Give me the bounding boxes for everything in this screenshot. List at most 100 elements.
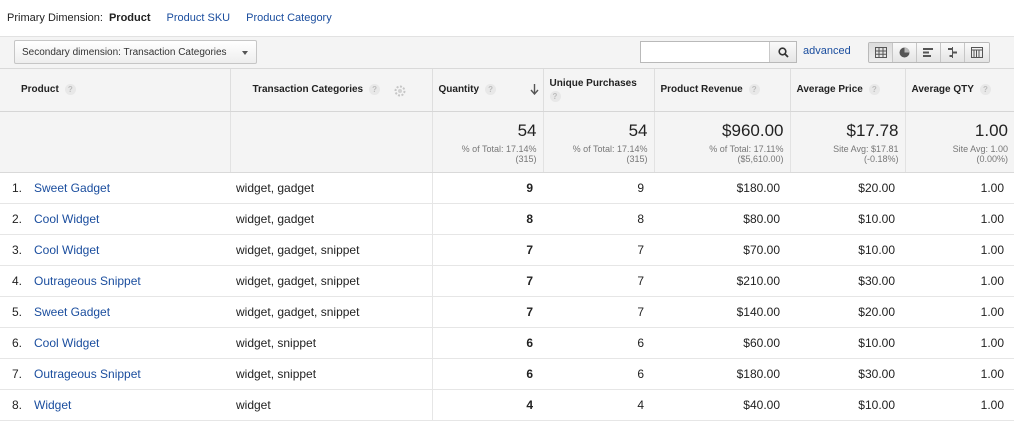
- column-header-average-price[interactable]: Average Price?: [790, 69, 906, 112]
- table-row: 6. Cool Widget widget, snippet 6 6 $60.00…: [0, 327, 1014, 359]
- column-header-label: Unique Purchases: [549, 77, 637, 89]
- help-icon[interactable]: ?: [868, 84, 880, 96]
- table-view-icon: [874, 47, 887, 58]
- cell-average-qty: 1.00: [905, 172, 1014, 204]
- cell-product-revenue: $40.00: [654, 389, 790, 421]
- totals-average-qty: 1.00 Site Avg: 1.00 (0.00%): [905, 111, 1014, 173]
- view-switcher: [868, 42, 990, 63]
- cell-product: 6. Cool Widget: [0, 327, 230, 359]
- search-button[interactable]: [769, 42, 796, 62]
- product-link[interactable]: Cool Widget: [34, 243, 99, 257]
- product-link[interactable]: Outrageous Snippet: [34, 367, 141, 381]
- pie-chart-view-icon: [899, 47, 910, 58]
- column-header-product[interactable]: Product?: [0, 69, 231, 112]
- remove-dimension-icon[interactable]: [394, 85, 406, 97]
- row-number: 8.: [12, 397, 23, 412]
- pivot-view-icon: [971, 47, 983, 58]
- totals-product-revenue: $960.00 % of Total: 17.11% ($5,610.00): [654, 111, 791, 173]
- performance-view-button[interactable]: [917, 43, 941, 62]
- column-header-product-revenue[interactable]: Product Revenue?: [654, 69, 791, 112]
- column-header-average-qty[interactable]: Average QTY?: [905, 69, 1014, 112]
- totals-value: $960.00: [722, 120, 784, 140]
- cell-average-qty: 1.00: [905, 327, 1014, 359]
- cell-quantity: 4: [432, 389, 543, 421]
- primary-dimension-product-sku[interactable]: Product SKU: [167, 12, 231, 24]
- column-header-label: Quantity: [438, 84, 480, 96]
- cell-quantity: 8: [432, 203, 543, 235]
- cell-average-price: $10.00: [790, 203, 905, 235]
- advanced-filter-link[interactable]: advanced: [803, 45, 851, 57]
- cell-product: 8. Widget: [0, 389, 230, 421]
- totals-empty-cell: [230, 111, 433, 173]
- totals-grand: (315): [515, 153, 537, 164]
- product-link[interactable]: Widget: [34, 398, 71, 412]
- cell-transaction-categories: widget, gadget: [230, 172, 433, 204]
- help-icon[interactable]: ?: [369, 84, 381, 96]
- cell-unique-purchases: 6: [543, 358, 654, 390]
- cell-quantity: 6: [432, 358, 543, 390]
- primary-dimension-product: Product: [108, 12, 151, 24]
- cell-average-qty: 1.00: [905, 234, 1014, 266]
- help-icon[interactable]: ?: [485, 84, 497, 96]
- row-number: 6.: [12, 335, 23, 350]
- search-input[interactable]: [641, 42, 769, 62]
- row-number: 1.: [12, 180, 23, 195]
- row-number: 7.: [12, 366, 23, 381]
- comparison-view-button[interactable]: [941, 43, 965, 62]
- cell-product-revenue: $60.00: [654, 327, 790, 359]
- totals-percent: % of Total: 17.14%: [461, 143, 537, 154]
- cell-product-revenue: $70.00: [654, 234, 790, 266]
- pivot-view-button[interactable]: [965, 43, 989, 62]
- column-header-label: Product: [21, 84, 59, 96]
- cell-average-price: $30.00: [790, 358, 905, 390]
- cell-transaction-categories: widget: [230, 389, 433, 421]
- cell-average-qty: 1.00: [905, 358, 1014, 390]
- totals-percent: % of Total: 17.14%: [572, 143, 648, 154]
- column-header-label: Product Revenue: [660, 84, 743, 96]
- column-header-quantity[interactable]: Quantity?: [432, 69, 544, 112]
- table-row: 1. Sweet Gadget widget, gadget 9 9 $180.0…: [0, 172, 1014, 204]
- cell-quantity: 6: [432, 327, 543, 359]
- sort-descending-icon: [529, 84, 539, 95]
- row-number: 3.: [12, 242, 23, 257]
- cell-product-revenue: $140.00: [654, 296, 790, 328]
- totals-row: 54 % of Total: 17.14% (315) 54 % of Tota…: [0, 111, 1014, 173]
- column-header-transaction-categories[interactable]: Transaction Categories?: [230, 69, 433, 112]
- chevron-down-icon: [242, 51, 248, 55]
- totals-value: 1.00: [974, 120, 1008, 140]
- secondary-dimension-dropdown[interactable]: Secondary dimension: Transaction Categor…: [14, 40, 257, 64]
- performance-view-icon: [923, 48, 933, 57]
- totals-site-avg-diff: (-0.18%): [863, 153, 899, 164]
- totals-average-price: $17.78 Site Avg: $17.81 (-0.18%): [790, 111, 906, 173]
- report-table: Product? Transaction Categories? Quantit…: [0, 69, 1014, 421]
- row-number: 5.: [12, 304, 23, 319]
- cell-transaction-categories: widget, gadget, snippet: [230, 296, 433, 328]
- help-icon[interactable]: ?: [549, 90, 561, 102]
- table-view-button[interactable]: [869, 43, 893, 62]
- totals-quantity: 54 % of Total: 17.14% (315): [432, 111, 544, 173]
- pie-view-button[interactable]: [893, 43, 917, 62]
- product-link[interactable]: Outrageous Snippet: [34, 274, 141, 288]
- comparison-view-icon: [948, 47, 957, 58]
- cell-average-price: $20.00: [790, 172, 905, 204]
- primary-dimension-product-category[interactable]: Product Category: [246, 12, 332, 24]
- help-icon[interactable]: ?: [979, 84, 991, 96]
- column-header-unique-purchases[interactable]: Unique Purchases?: [543, 69, 655, 112]
- product-link[interactable]: Sweet Gadget: [34, 181, 110, 195]
- cell-product: 7. Outrageous Snippet: [0, 358, 230, 390]
- cell-average-qty: 1.00: [905, 296, 1014, 328]
- totals-percent: % of Total: 17.11%: [709, 143, 784, 154]
- help-icon[interactable]: ?: [64, 84, 76, 96]
- cell-product: 1. Sweet Gadget: [0, 172, 230, 204]
- product-link[interactable]: Sweet Gadget: [34, 305, 110, 319]
- cell-unique-purchases: 8: [543, 203, 654, 235]
- product-link[interactable]: Cool Widget: [34, 212, 99, 226]
- search-box: [640, 41, 797, 63]
- product-link[interactable]: Cool Widget: [34, 336, 99, 350]
- help-icon[interactable]: ?: [748, 84, 760, 96]
- cell-product: 3. Cool Widget: [0, 234, 230, 266]
- cell-product: 4. Outrageous Snippet: [0, 265, 230, 297]
- cell-quantity: 9: [432, 172, 543, 204]
- column-header-label: Average Price: [796, 84, 863, 96]
- table-toolbar: Secondary dimension: Transaction Categor…: [0, 36, 1014, 69]
